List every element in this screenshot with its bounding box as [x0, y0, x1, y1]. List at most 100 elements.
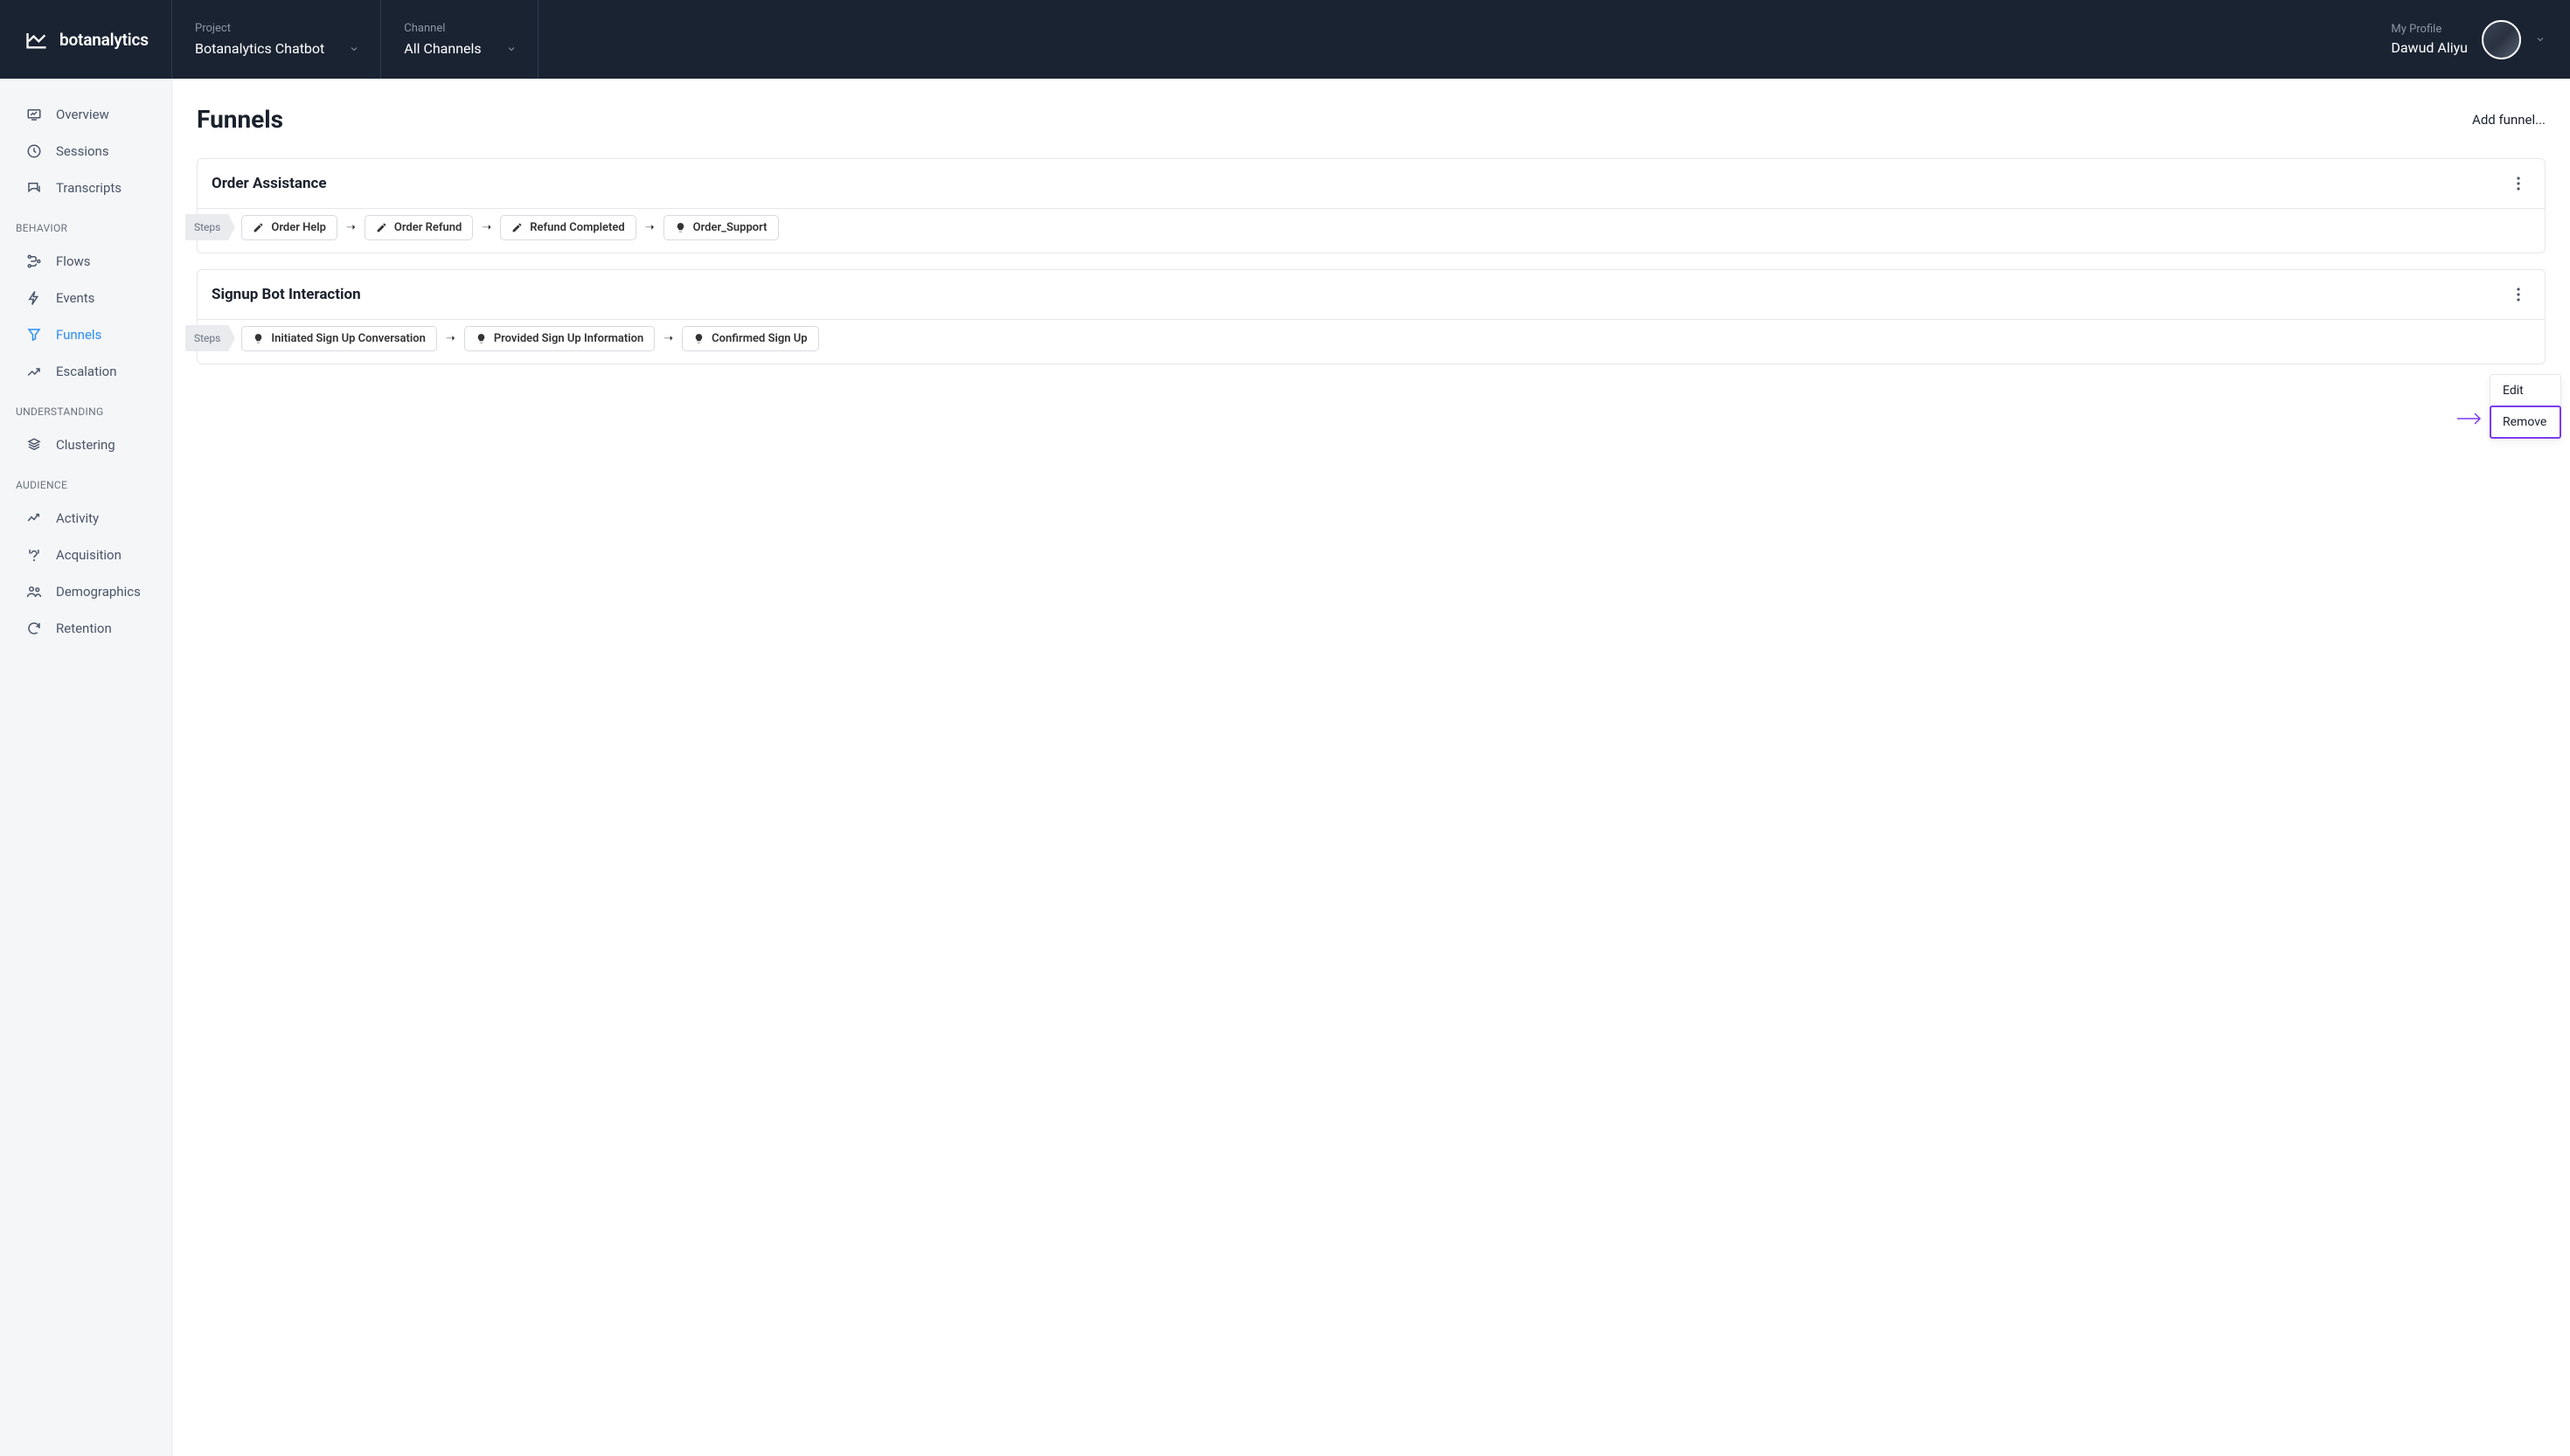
- step-chip[interactable]: Refund Completed: [500, 215, 636, 240]
- sidebar-item-retention[interactable]: Retention: [0, 610, 171, 647]
- steps-label: Steps: [185, 325, 229, 351]
- step-chips: Initiated Sign Up Conversation ➝ Provide…: [241, 326, 818, 351]
- sidebar-item-sessions[interactable]: Sessions: [0, 133, 171, 170]
- sidebar-item-transcripts[interactable]: Transcripts: [0, 170, 171, 206]
- arrow-right-icon: ➝: [446, 332, 455, 345]
- chevron-down-icon: [506, 44, 517, 54]
- overview-icon: [26, 107, 42, 122]
- sidebar-item-escalation[interactable]: Escalation: [0, 353, 171, 390]
- funnel-title: Order Assistance: [212, 175, 327, 192]
- sidebar-item-demographics[interactable]: Demographics: [0, 573, 171, 610]
- annotation-arrow-icon: [2456, 412, 2483, 426]
- sidebar-item-flows[interactable]: Flows: [0, 243, 171, 280]
- sidebar-item-acquisition[interactable]: Acquisition: [0, 537, 171, 573]
- profile-label: My Profile: [2391, 23, 2442, 36]
- sidebar-section-understanding: UNDERSTANDING: [0, 390, 171, 426]
- arrow-right-icon: ➝: [482, 221, 491, 234]
- step-label: Confirmed Sign Up: [712, 332, 807, 345]
- main: Funnels Add funnel... Order Assistance S…: [172, 79, 2570, 1456]
- clustering-icon: [26, 437, 42, 453]
- sidebar-section-behavior: BEHAVIOR: [0, 206, 171, 243]
- flows-icon: [26, 253, 42, 269]
- funnel-card: Order Assistance Steps Order Help ➝ Orde: [197, 158, 2546, 253]
- sidebar-item-label: Activity: [56, 510, 99, 526]
- step-chip[interactable]: Confirmed Sign Up: [682, 326, 818, 351]
- step-label: Provided Sign Up Information: [494, 332, 643, 345]
- sidebar-item-label: Escalation: [56, 364, 116, 379]
- page-title: Funnels: [197, 105, 283, 134]
- activity-icon: [26, 510, 42, 526]
- context-menu: Edit Remove: [2490, 374, 2561, 439]
- funnels-icon: [26, 327, 42, 343]
- step-chip[interactable]: Order_Support: [663, 215, 779, 240]
- header-selectors: Project Botanalytics Chatbot Channel All…: [195, 0, 561, 79]
- kebab-icon[interactable]: [2510, 175, 2527, 192]
- divider: [171, 0, 172, 79]
- acquisition-icon: [26, 547, 42, 563]
- kebab-icon[interactable]: [2510, 286, 2527, 303]
- logo-text: botanalytics: [59, 30, 149, 50]
- project-selector[interactable]: Project Botanalytics Chatbot: [195, 22, 359, 57]
- project-value: Botanalytics Chatbot: [195, 40, 324, 57]
- sidebar-section-audience: AUDIENCE: [0, 463, 171, 500]
- events-icon: [26, 290, 42, 306]
- sidebar-item-label: Transcripts: [56, 180, 122, 196]
- add-funnel-button[interactable]: Add funnel...: [2472, 112, 2546, 128]
- funnel-card: Signup Bot Interaction Steps Initiated S…: [197, 269, 2546, 364]
- sidebar-item-label: Acquisition: [56, 547, 122, 563]
- retention-icon: [26, 621, 42, 636]
- pen-icon: [511, 222, 523, 233]
- step-label: Order Refund: [394, 221, 462, 234]
- logo[interactable]: botanalytics: [24, 27, 171, 52]
- project-label: Project: [195, 22, 359, 35]
- context-edit[interactable]: Edit: [2490, 375, 2560, 406]
- sidebar-item-label: Events: [56, 290, 94, 306]
- sidebar-item-label: Sessions: [56, 143, 109, 159]
- sidebar-item-label: Overview: [56, 107, 109, 122]
- bulb-icon: [253, 333, 264, 344]
- sidebar-item-events[interactable]: Events: [0, 280, 171, 316]
- sidebar-item-activity[interactable]: Activity: [0, 500, 171, 537]
- bulb-icon: [675, 222, 686, 233]
- bulb-icon: [476, 333, 487, 344]
- channel-selector[interactable]: Channel All Channels: [404, 22, 516, 57]
- header: botanalytics Project Botanalytics Chatbo…: [0, 0, 2570, 79]
- step-chip[interactable]: Order Help: [241, 215, 337, 240]
- sidebar-item-label: Retention: [56, 621, 112, 636]
- step-label: Order_Support: [693, 221, 768, 234]
- sidebar-item-funnels[interactable]: Funnels: [0, 316, 171, 353]
- arrow-right-icon: ➝: [663, 332, 673, 345]
- context-remove[interactable]: Remove: [2490, 406, 2560, 438]
- arrow-right-icon: ➝: [645, 221, 655, 234]
- sidebar-item-label: Demographics: [56, 584, 141, 600]
- sidebar-item-label: Flows: [56, 253, 91, 269]
- step-chips: Order Help ➝ Order Refund ➝ Refund Compl…: [241, 215, 778, 240]
- sessions-icon: [26, 143, 42, 159]
- transcripts-icon: [26, 180, 42, 196]
- step-chip[interactable]: Initiated Sign Up Conversation: [241, 326, 437, 351]
- chevron-down-icon: [349, 44, 359, 54]
- divider: [380, 0, 381, 79]
- bulb-icon: [693, 333, 705, 344]
- steps-label: Steps: [185, 214, 229, 240]
- sidebar: Overview Sessions Transcripts BEHAVIOR F…: [0, 79, 172, 1456]
- step-chip[interactable]: Provided Sign Up Information: [464, 326, 655, 351]
- channel-label: Channel: [404, 22, 516, 35]
- page-header: Funnels Add funnel...: [197, 105, 2546, 134]
- sidebar-item-clustering[interactable]: Clustering: [0, 426, 171, 463]
- sidebar-item-label: Clustering: [56, 437, 115, 453]
- chevron-down-icon: [2535, 34, 2546, 45]
- funnel-title: Signup Bot Interaction: [212, 286, 361, 303]
- avatar: [2482, 20, 2521, 59]
- pen-icon: [376, 222, 387, 233]
- sidebar-item-overview[interactable]: Overview: [0, 96, 171, 133]
- logo-icon: [24, 27, 49, 52]
- step-chip[interactable]: Order Refund: [365, 215, 473, 240]
- arrow-right-icon: ➝: [346, 221, 356, 234]
- channel-value: All Channels: [404, 40, 481, 57]
- sidebar-item-label: Funnels: [56, 327, 101, 343]
- profile-selector[interactable]: My Profile Dawud Aliyu: [2391, 20, 2546, 59]
- profile-name: Dawud Aliyu: [2391, 39, 2468, 56]
- pen-icon: [253, 222, 264, 233]
- step-label: Initiated Sign Up Conversation: [271, 332, 426, 345]
